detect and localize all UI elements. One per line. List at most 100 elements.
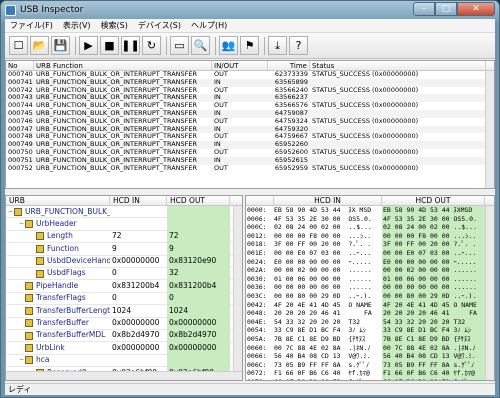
tree-row[interactable]: − hca <box>6 354 242 368</box>
field-icon <box>25 282 33 291</box>
table-row[interactable]: 000746 URB_FUNCTION_BULK_OR_INTERRUPT_TRA… <box>6 118 494 126</box>
menu-search[interactable]: 検索(S) <box>96 20 133 31</box>
table-row[interactable]: 000740 URB_FUNCTION_BULK_OR_INTERRUPT_TRA… <box>6 71 494 79</box>
hex-row[interactable]: 002A: 00 00 02 00 00 00 ...... 00 00 02 00… <box>246 266 494 275</box>
col-urb-function[interactable]: URB Function <box>34 61 212 70</box>
tree-row[interactable]: TransferBufferMDL 0x8b2d4970 0x8b2d4970 <box>6 329 242 343</box>
hex-row[interactable]: 0036: 00 00 00 00 00 00 ...... 00 00 00 00… <box>246 283 494 292</box>
hex-row[interactable]: 003C: 00 00 80 00 29 0D ..ｰ.). 00 00 80 00… <box>246 291 494 301</box>
menu-file[interactable]: ファイル(F) <box>5 20 58 31</box>
table-row[interactable]: 000749 URB_FUNCTION_BULK_OR_INTERRUPT_TRA… <box>6 141 494 149</box>
hex-row[interactable]: 0048: 20 20 20 20 46 41 FA 20 20 20 20 46 … <box>246 309 494 318</box>
tree-row[interactable]: UsbdDeviceHandl 0x00000000 0x83120e90 <box>6 255 242 268</box>
minimize-button[interactable]: – <box>413 2 435 16</box>
hex-row[interactable]: 0060: 00 7C 88 4E 02 8A .|ﾈN.ﾉ 00 7C 88 4E… <box>246 343 494 353</box>
hex-row[interactable]: 0072: F1 66 0F B6 C6 40 ﾔf.ｶﾏ@ F1 66 0F B6… <box>246 369 494 378</box>
hex-row[interactable]: 005A: 7B 8E C1 8E D9 BD {ﾁｻﾇｽ 7B 8E C1 8E … <box>246 334 494 344</box>
field-icon <box>25 220 33 229</box>
transaction-list-scrollbar[interactable] <box>485 71 494 188</box>
tree-row[interactable]: UsbdFlags 0 32 <box>6 267 242 281</box>
urb-tree[interactable]: URB HCD IN HCD OUT − URB_FUNCTION_BULK_ − U… <box>5 195 243 381</box>
hex-row[interactable]: 004E: 54 33 32 20 20 20 T32 54 33 32 20 20… <box>246 317 494 327</box>
hex-row[interactable]: 0066: 56 40 B4 08 CD 13 V@ﾜ.ﾐ. 56 40 B4 08… <box>246 352 494 361</box>
tree-row[interactable]: TransferFlags 0 0 <box>6 292 242 306</box>
play-button[interactable]: ▶ <box>79 36 98 55</box>
col-in-out[interactable]: IN/OUT <box>212 61 268 70</box>
menu-bar: ファイル(F) 表示(V) 検索(S) デバイス(S) ヘルプ(H) <box>5 19 495 33</box>
table-row[interactable]: 000752 URB_FUNCTION_BULK_OR_INTERRUPT_TRA… <box>6 165 494 173</box>
row-urb-function: URB_FUNCTION_BULK_OR_INTERRUPT_TRANSFER <box>36 133 198 141</box>
new-button[interactable]: ☐ <box>9 36 28 55</box>
tree-row[interactable]: UrbLink 0x00000000 0x00000000 <box>6 341 242 355</box>
col-urb[interactable]: URB <box>6 196 110 205</box>
field-icon <box>36 244 44 253</box>
urb-tree-vscrollbar[interactable] <box>233 206 242 373</box>
hcd-out-value: 9 <box>167 242 230 256</box>
row-urb-function: URB_FUNCTION_BULK_OR_INTERRUPT_TRANSFER <box>36 117 198 125</box>
hex-row[interactable]: 001E: 00 00 E0 07 03 00 ..ｰ... 00 00 E0 07… <box>246 248 494 258</box>
col-hcd-out[interactable]: HCD OUT <box>167 196 230 205</box>
search-button[interactable]: 🔍 <box>191 36 210 55</box>
row-time: 63566237 <box>274 94 308 102</box>
row-status: STATUS_SUCCESS (0x00000000) <box>312 164 419 172</box>
table-row[interactable]: 000741 URB_FUNCTION_BULK_OR_INTERRUPT_TRA… <box>6 78 494 87</box>
tree-row[interactable]: Length 72 72 <box>6 230 242 244</box>
tree-row[interactable]: Function 9 9 <box>6 242 242 256</box>
title-bar[interactable]: USB Inspector – □ ✕ <box>1 1 499 19</box>
pause-button[interactable]: ❚❚ <box>121 36 140 55</box>
table-row[interactable]: 000745 URB_FUNCTION_BULK_OR_INTERRUPT_TRA… <box>6 109 494 118</box>
menu-help[interactable]: ヘルプ(H) <box>186 20 232 31</box>
menu-view[interactable]: 表示(V) <box>58 20 96 31</box>
table-row[interactable]: 000747 URB_FUNCTION_BULK_OR_INTERRUPT_TRA… <box>6 125 494 134</box>
download-button[interactable]: ⤓ <box>268 36 287 55</box>
hex-in-bytes: 54 33 32 20 20 20 T32 <box>274 317 361 326</box>
hex-view[interactable]: HCD IN HCD OUT 0000: EB 58 90 4D 53 44 ﾇX… <box>245 195 495 381</box>
col-time[interactable]: Time <box>268 61 310 70</box>
tree-row[interactable]: TransferBufferLengtl 1024 1024 <box>6 304 242 318</box>
tree-row[interactable]: PipeHandle 0x831200b4 0x831200b4 <box>6 279 242 293</box>
eraser-button[interactable]: ▭ <box>170 36 189 55</box>
hex-row[interactable]: 006C: 73 05 B9 FF FF 8A s.ｸﾟﾟﾉ 73 05 B9 FF… <box>246 360 494 370</box>
maximize-button[interactable]: □ <box>435 2 457 16</box>
table-row[interactable]: 000748 URB_FUNCTION_BULK_OR_INTERRUPT_TRA… <box>6 133 494 141</box>
hex-row[interactable]: 0006: 4F 53 35 2E 30 00 OS5.0. 4F 53 35 2E… <box>246 214 494 224</box>
help-button[interactable]: ? <box>289 36 308 55</box>
hex-row[interactable]: 0054: 33 C9 8E D1 BC F4 3ﾉ ﾑｼ 33 C9 8E D1 … <box>246 326 494 335</box>
col-hex-hcd-in[interactable]: HCD IN <box>274 196 382 205</box>
hcd-in-value <box>110 354 167 366</box>
table-row[interactable]: 000742 URB_FUNCTION_BULK_OR_INTERRUPT_TRA… <box>6 87 494 95</box>
hex-row[interactable]: 0000: EB 58 90 4D 53 44 ﾇX MSD EB 58 90 4D… <box>246 206 494 215</box>
hex-row[interactable]: 0030: 01 00 06 00 00 00 ...... 01 00 06 00… <box>246 274 494 284</box>
hex-row[interactable]: 0078:66 0F B6 D1 80 E2 f.ｶﾟｰ66 0F B6 D1 … <box>246 377 494 380</box>
col-hcd-in[interactable]: HCD IN <box>110 196 167 205</box>
col-no[interactable]: No <box>6 61 34 70</box>
stop-button[interactable]: ■ <box>100 36 119 55</box>
hex-row[interactable]: 0018: 3F 00 FF 00 20 00 ?.ﾟ. . 3F 00 FF 00… <box>246 240 494 249</box>
tree-row[interactable]: − UrbHeader <box>6 217 242 231</box>
hex-view-scrollbar[interactable] <box>485 206 494 380</box>
hex-row[interactable]: 0042: 4F 20 4E 41 4D 45 O NAME 4F 20 4E 41… <box>246 300 494 310</box>
table-row[interactable]: 000751 URB_FUNCTION_BULK_OR_INTERRUPT_TRA… <box>6 156 494 165</box>
tree-row[interactable]: − URB_FUNCTION_BULK_ <box>6 205 242 219</box>
flag-button[interactable]: ⚑ <box>240 36 259 55</box>
row-no: 000745 <box>8 109 33 117</box>
urb-tree-hscrollbar[interactable] <box>6 371 242 380</box>
devices-button[interactable]: 👥 <box>219 36 238 55</box>
table-row[interactable]: 000743 URB_FUNCTION_BULK_OR_INTERRUPT_TRA… <box>6 94 494 103</box>
transaction-list[interactable]: No URB Function IN/OUT Time Status 00074… <box>5 60 495 189</box>
menu-device[interactable]: デバイス(S) <box>133 20 186 31</box>
table-row[interactable]: 000744 URB_FUNCTION_BULK_OR_INTERRUPT_TRA… <box>6 102 494 110</box>
close-button[interactable]: ✕ <box>457 2 495 16</box>
col-hex-hcd-out[interactable]: HCD OUT <box>382 196 485 205</box>
refresh-button[interactable]: ↻ <box>142 36 161 55</box>
save-button[interactable]: 💾 <box>51 36 70 55</box>
tree-row[interactable]: TransferBuffer 0x00000000 0x00000000 <box>6 317 242 330</box>
hex-row[interactable]: 000C: 02 08 24 00 02 00 ..$... 02 08 24 00… <box>246 223 494 232</box>
hex-row[interactable]: 0024: E0 00 00 00 00 00 ｰ..... E0 00 00 00… <box>246 257 494 267</box>
save-icon: 💾 <box>53 39 68 52</box>
col-status[interactable]: Status <box>310 61 486 70</box>
hex-row[interactable]: 0012: 00 00 00 F8 00 00 ...ｼ.. 00 00 00 F8… <box>246 231 494 241</box>
open-button[interactable]: 📂 <box>30 36 49 55</box>
table-row[interactable]: 000750 URB_FUNCTION_BULK_OR_INTERRUPT_TRA… <box>6 149 494 157</box>
hex-out-bytes: 00 00 00 F8 00 00 ...ｼ.. <box>382 231 485 241</box>
